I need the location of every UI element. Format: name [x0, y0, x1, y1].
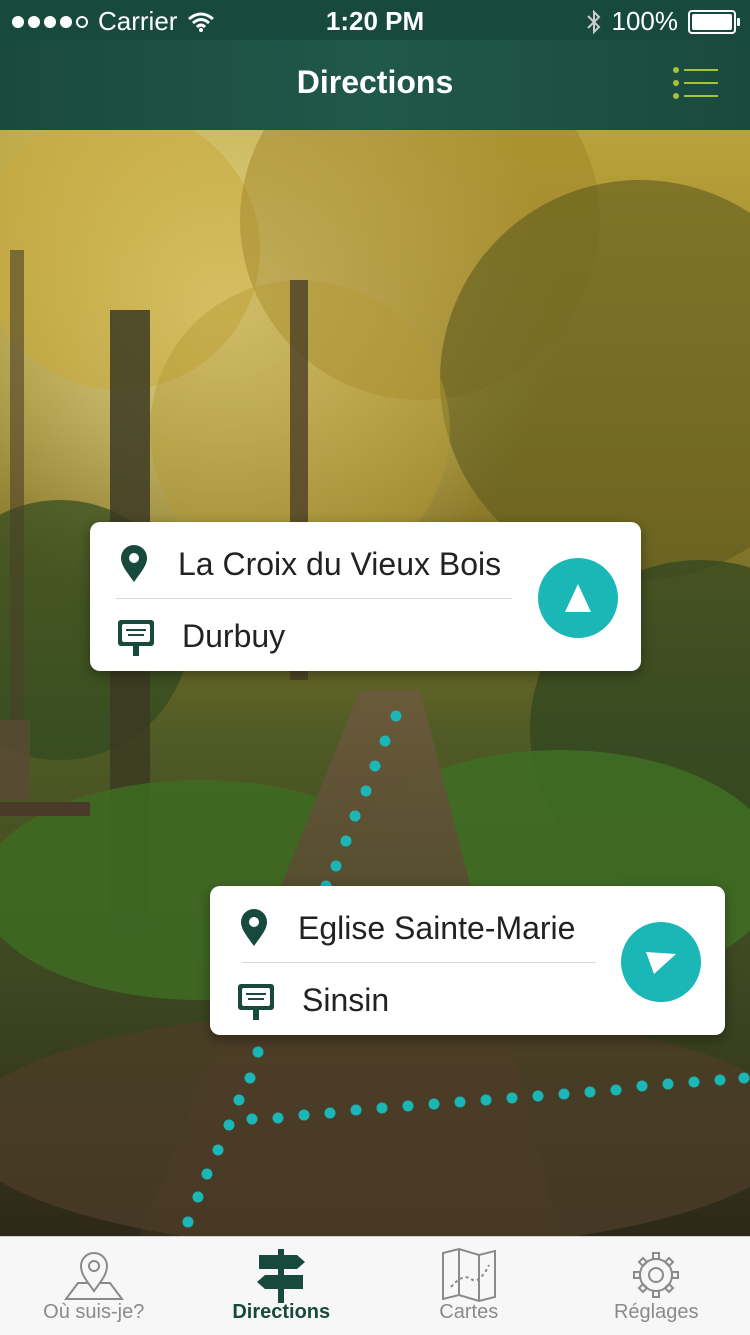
list-icon	[672, 66, 720, 100]
status-right: 100%	[586, 6, 737, 37]
tab-bar: Où suis-je? Directions Cartes Réglages	[0, 1236, 750, 1335]
tab-label: Où suis-je?	[0, 1301, 188, 1324]
village-row: Durbuy	[116, 616, 285, 656]
divider	[116, 598, 512, 599]
list-menu-button[interactable]	[672, 66, 720, 100]
map-pin-icon	[116, 544, 152, 584]
tab-where-am-i[interactable]: Où suis-je?	[0, 1237, 188, 1335]
forest-background-image	[0, 130, 750, 1236]
gear-icon	[624, 1247, 688, 1303]
map-pin-icon	[62, 1247, 126, 1303]
page-title: Directions	[0, 64, 750, 101]
village-name: Sinsin	[302, 982, 389, 1019]
navigate-button[interactable]	[621, 922, 701, 1002]
tab-label: Directions	[188, 1301, 376, 1324]
arrow-right-icon	[644, 948, 678, 976]
battery-icon	[688, 10, 736, 34]
tab-label: Cartes	[375, 1301, 563, 1324]
navigate-button[interactable]	[538, 558, 618, 638]
place-name: La Croix du Vieux Bois	[178, 546, 501, 583]
tab-maps[interactable]: Cartes	[375, 1237, 563, 1335]
map-icon	[437, 1247, 501, 1303]
signpost-sign-icon	[236, 980, 276, 1020]
place-row: Eglise Sainte-Marie	[236, 908, 575, 948]
arrow-up-icon	[563, 582, 593, 614]
map-pin-icon	[236, 908, 272, 948]
place-row: La Croix du Vieux Bois	[116, 544, 501, 584]
signpost-icon	[249, 1247, 313, 1303]
navigation-bar: Directions	[0, 40, 750, 130]
tab-directions[interactable]: Directions	[188, 1237, 376, 1335]
divider	[242, 962, 596, 963]
battery-percent: 100%	[612, 6, 679, 37]
bluetooth-icon	[586, 9, 602, 35]
tab-settings[interactable]: Réglages	[563, 1237, 750, 1335]
tab-label: Réglages	[563, 1301, 750, 1324]
direction-card[interactable]: Eglise Sainte-Marie Sinsin	[210, 886, 725, 1035]
status-bar: Carrier 1:20 PM 100%	[0, 0, 750, 40]
village-name: Durbuy	[182, 618, 285, 655]
direction-card[interactable]: La Croix du Vieux Bois Durbuy	[90, 522, 641, 671]
place-name: Eglise Sainte-Marie	[298, 910, 575, 947]
village-row: Sinsin	[236, 980, 389, 1020]
signpost-sign-icon	[116, 616, 156, 656]
